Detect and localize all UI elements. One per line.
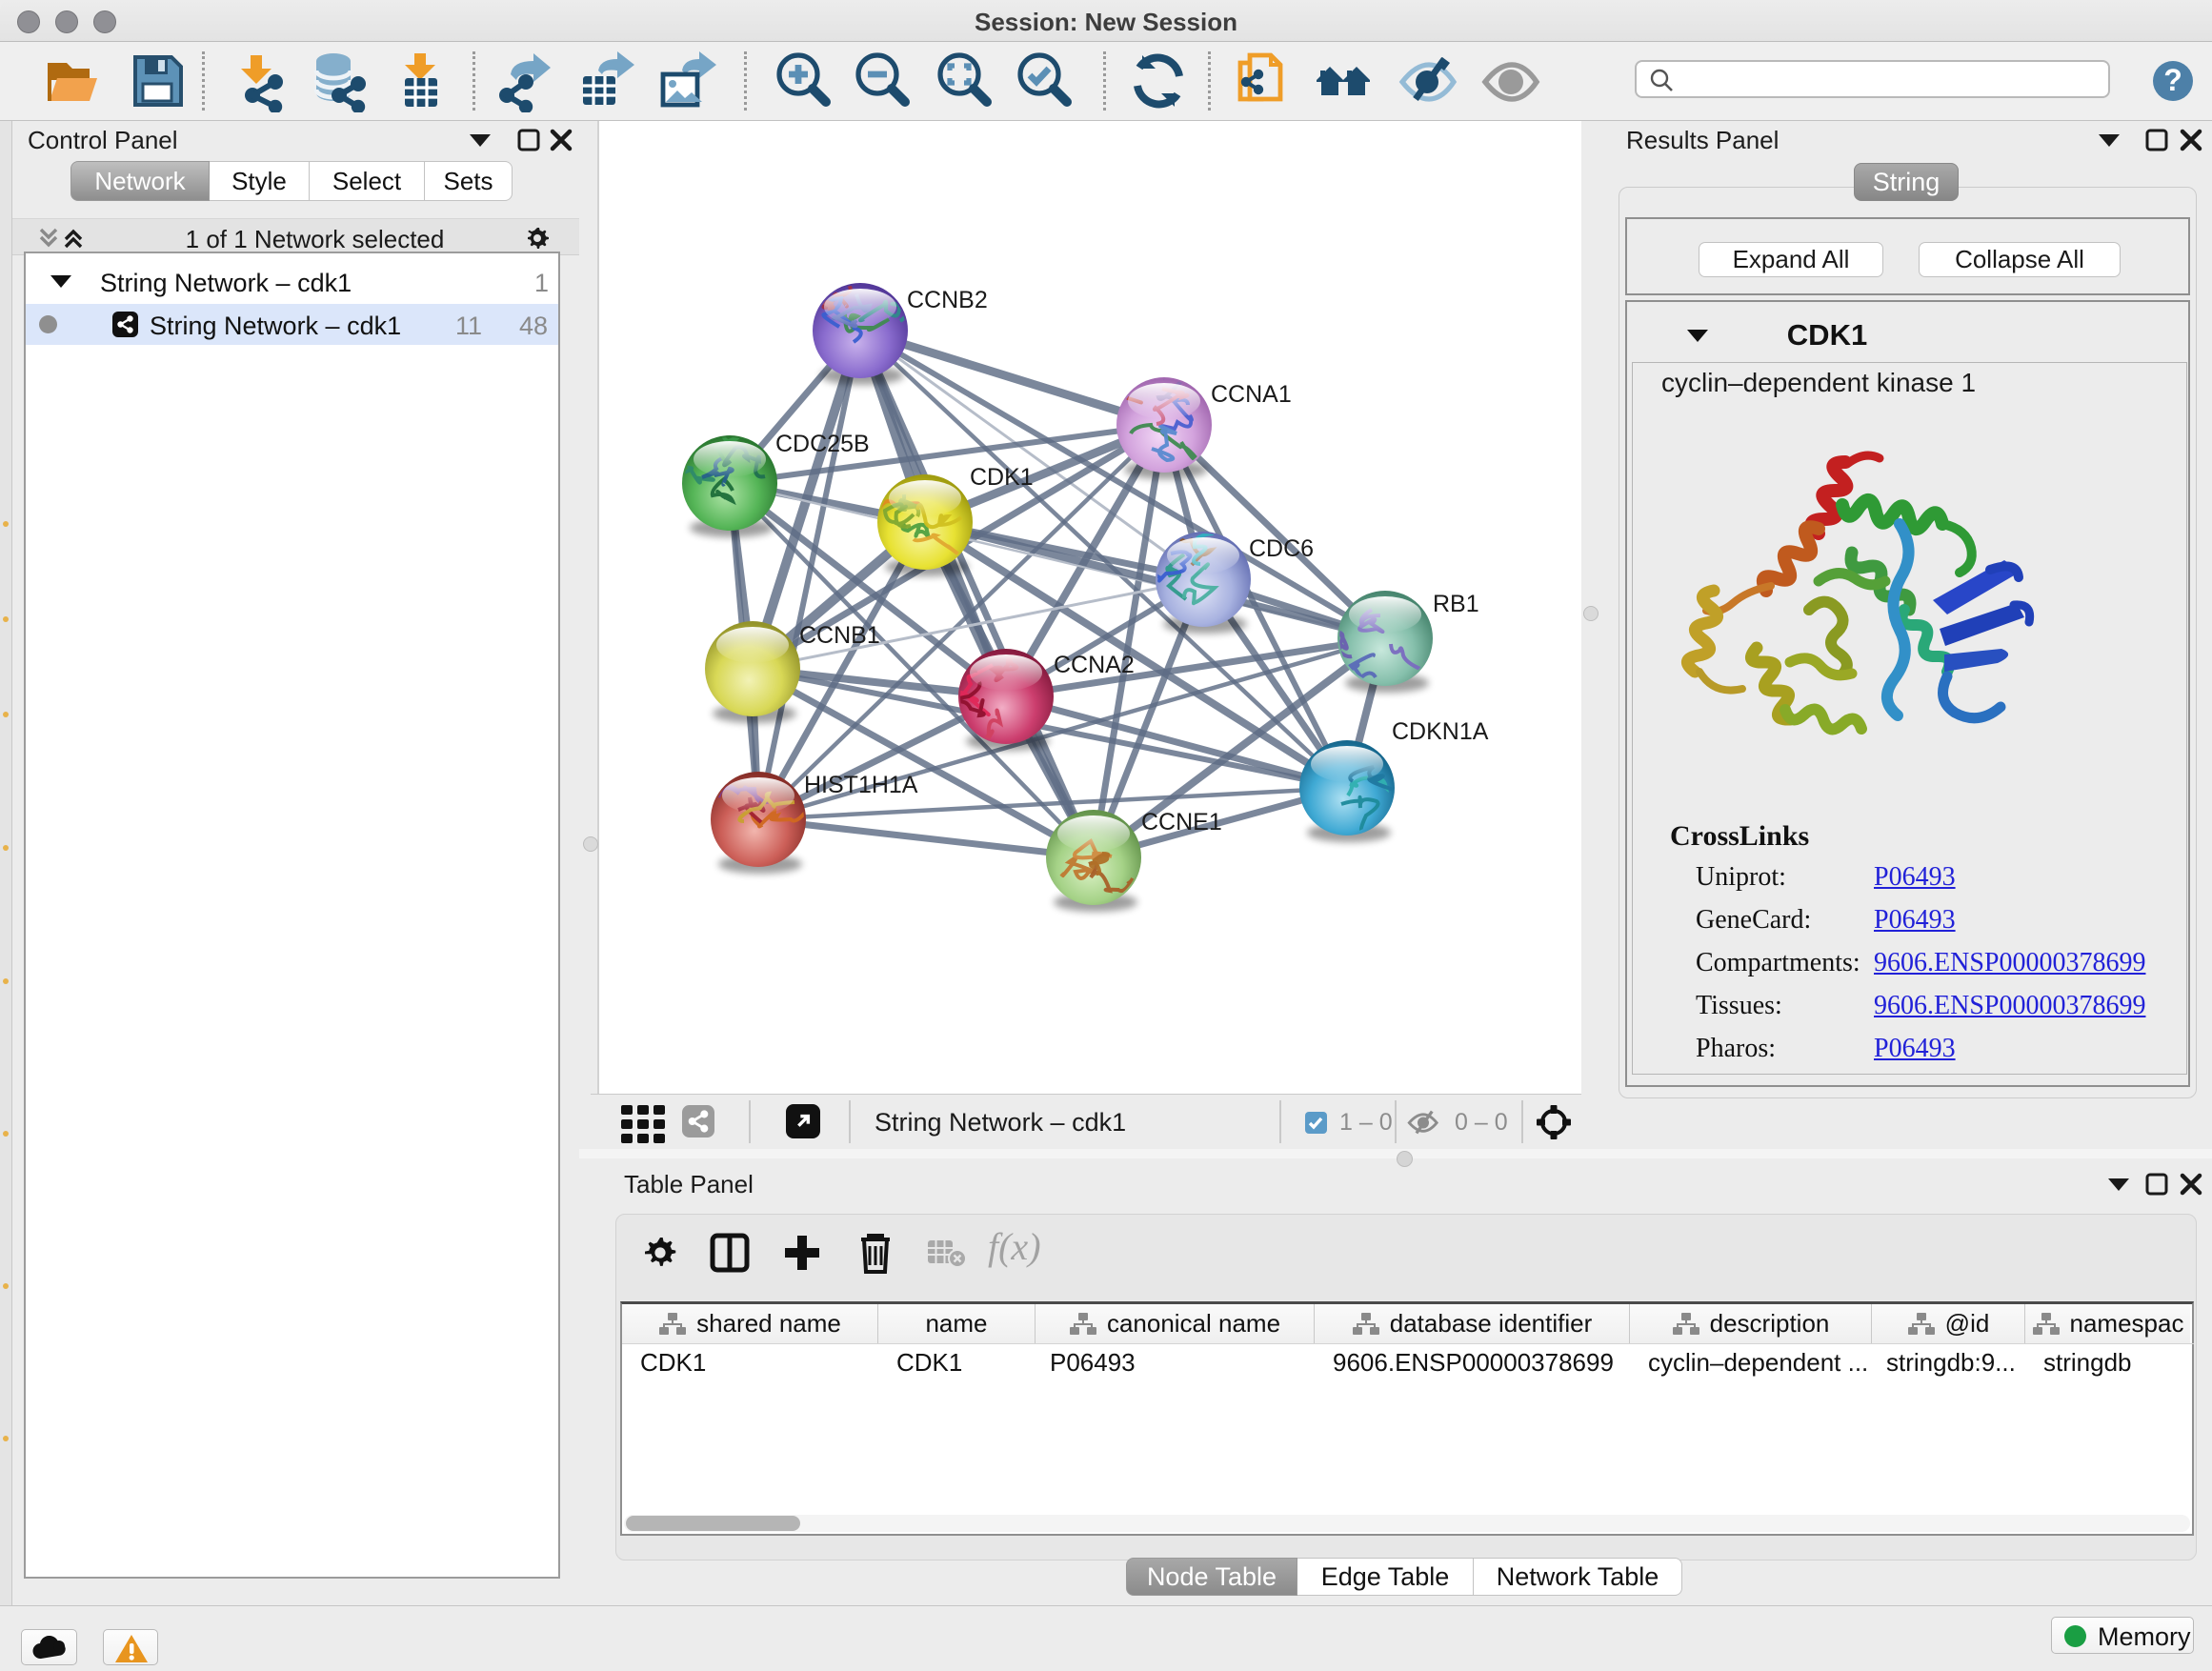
svg-text:CCNE1: CCNE1: [1141, 809, 1222, 836]
svg-text:CDKN1A: CDKN1A: [1392, 718, 1489, 745]
svg-text:?: ?: [2163, 63, 2182, 97]
svg-text:CDK1: CDK1: [970, 464, 1034, 491]
svg-text:CCNA1: CCNA1: [1211, 381, 1292, 408]
svg-text:CCNB2: CCNB2: [907, 287, 988, 313]
svg-text:HIST1H1A: HIST1H1A: [804, 772, 918, 798]
svg-text:CCNB1: CCNB1: [799, 622, 880, 649]
svg-text:CCNA2: CCNA2: [1054, 652, 1135, 678]
svg-text:RB1: RB1: [1433, 591, 1479, 617]
svg-text:CDC25B: CDC25B: [775, 431, 870, 457]
svg-text:CDC6: CDC6: [1249, 535, 1314, 562]
